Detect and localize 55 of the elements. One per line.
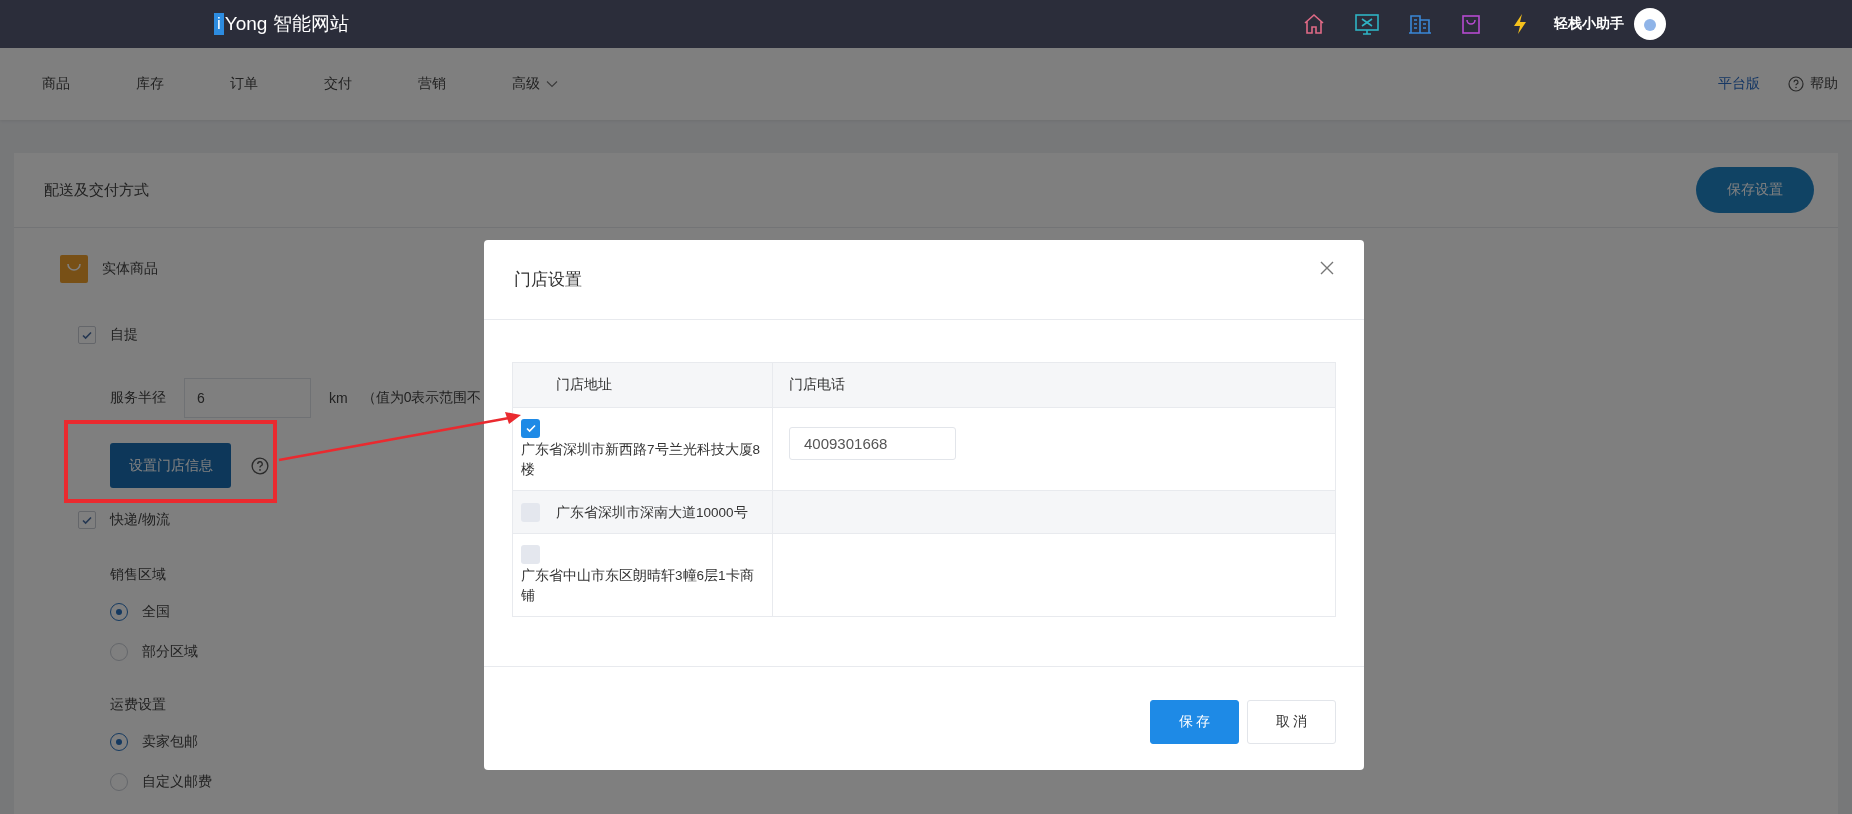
checkbox[interactable] xyxy=(78,326,96,344)
building-icon[interactable] xyxy=(1408,12,1432,36)
logo-text: Yong 智能网站 xyxy=(224,12,349,36)
store-address: 广东省深圳市深南大道10000号 xyxy=(556,504,748,522)
radio-label: 自定义邮费 xyxy=(142,773,212,791)
checkbox-label: 自提 xyxy=(110,326,138,344)
column-header: 门店电话 xyxy=(772,362,1336,408)
section-label: 运费设置 xyxy=(110,696,166,714)
save-settings-button[interactable]: 保存设置 xyxy=(1696,167,1814,213)
check-icon xyxy=(81,514,93,526)
checkbox[interactable] xyxy=(78,511,96,529)
nav-item[interactable]: 商品 xyxy=(42,75,70,93)
monitor-icon[interactable] xyxy=(1354,12,1380,36)
radio-button[interactable] xyxy=(110,733,128,751)
assistant-name[interactable]: 轻栈小助手 xyxy=(1554,15,1624,33)
radio-button[interactable] xyxy=(110,603,128,621)
nav-item[interactable]: 高级 xyxy=(512,75,558,93)
range-note: （值为0表示范围不 xyxy=(361,389,482,407)
section-label: 销售区域 xyxy=(110,566,166,584)
nav-item[interactable]: 库存 xyxy=(136,75,164,93)
goods-type-label: 实体商品 xyxy=(102,260,158,278)
dialog-title: 门店设置 xyxy=(514,269,582,291)
checkbox-label: 快递/物流 xyxy=(110,511,170,529)
caret-icon xyxy=(546,80,558,88)
nav-item[interactable]: 订单 xyxy=(230,75,258,93)
help-icon xyxy=(1788,76,1804,92)
help-button[interactable]: 帮助 xyxy=(1788,75,1838,93)
phone-input[interactable]: 4009301668 xyxy=(789,427,956,460)
close-icon[interactable] xyxy=(1320,260,1334,275)
radio-label: 全国 xyxy=(142,603,170,621)
store-address: 广东省深圳市新西路7号兰光科技大厦8楼 xyxy=(521,441,762,479)
platform-link[interactable]: 平台版 xyxy=(1718,75,1760,93)
radio-label: 卖家包邮 xyxy=(142,733,198,751)
field-label: 服务半径 xyxy=(110,389,166,407)
checkbox[interactable] xyxy=(521,544,540,564)
panel-title: 配送及交付方式 xyxy=(44,180,149,200)
radio-label: 部分区域 xyxy=(142,643,198,661)
avatar[interactable] xyxy=(1634,8,1666,40)
dialog-button[interactable]: 保 存 xyxy=(1150,699,1239,744)
nav-item[interactable]: 交付 xyxy=(324,75,352,93)
unit-label: km xyxy=(329,390,348,406)
logo-mark: i xyxy=(214,13,224,35)
check-icon xyxy=(81,329,93,341)
dialog-button[interactable]: 取 消 xyxy=(1247,699,1336,744)
nav-item[interactable]: 营销 xyxy=(418,75,446,93)
store-address: 广东省中山市东区朗晴轩3幢6层1卡商铺 xyxy=(521,567,755,605)
home-icon[interactable] xyxy=(1302,12,1326,36)
bag-icon xyxy=(60,255,88,283)
bag-icon[interactable] xyxy=(1460,12,1482,36)
help-icon[interactable] xyxy=(251,456,269,475)
check-icon xyxy=(524,422,537,435)
checkbox[interactable] xyxy=(521,418,540,438)
radius-input[interactable]: 6 xyxy=(184,378,311,418)
column-header: 门店地址 xyxy=(512,362,773,408)
store-info-button[interactable]: 设置门店信息 xyxy=(110,443,231,488)
